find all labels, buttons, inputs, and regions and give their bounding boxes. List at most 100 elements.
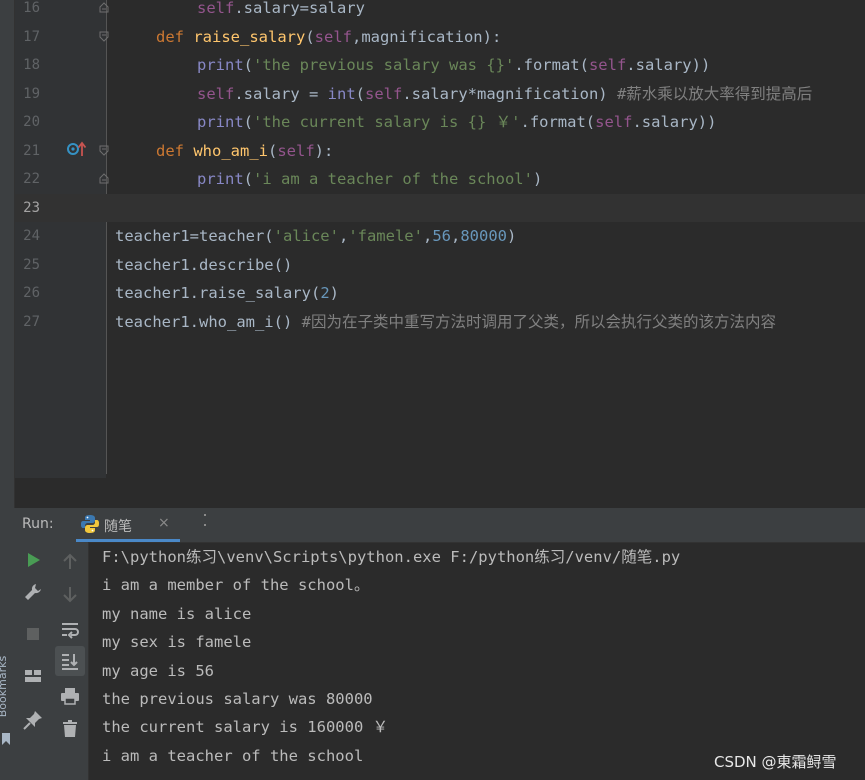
code-line[interactable]: 19 self.salary = int(self.salary*magnific… — [0, 80, 865, 109]
code-token: 56 — [432, 227, 451, 245]
code-token: teacher1.who_am_i() — [115, 312, 302, 331]
code-text[interactable]: teacher1.raise_salary(2) — [115, 279, 339, 308]
code-token: ( — [243, 170, 254, 188]
code-token: 80000 — [460, 227, 507, 245]
line-number: 17 — [23, 28, 40, 45]
code-line[interactable]: 25 teacher1.describe() — [0, 251, 865, 280]
code-token: #薪水乘以放大率得到提高后 — [616, 84, 813, 103]
bookmarks-strip[interactable]: Bookmarks — [0, 0, 15, 780]
pin-icon[interactable] — [21, 708, 45, 732]
code-token: , — [338, 227, 349, 245]
separator-dot — [204, 514, 206, 516]
separator-dot — [204, 524, 206, 526]
code-token: self — [588, 56, 627, 74]
code-line[interactable]: 26 teacher1.raise_salary(2) — [0, 279, 865, 308]
code-token: ): — [314, 141, 334, 160]
code-line[interactable]: 24 teacher1=teacher('alice','famele',56,8… — [0, 222, 865, 251]
code-token: ( — [267, 141, 278, 160]
code-token: ) — [532, 170, 543, 188]
line-number: 21 — [23, 142, 40, 159]
console-command-line: F:\python练习\venv\Scripts\python.exe F:/p… — [102, 548, 681, 566]
fold-marker-icon[interactable] — [99, 145, 109, 156]
code-text[interactable]: def raise_salary(self,magnification): — [156, 23, 501, 52]
code-line[interactable]: 18 print('the previous salary was {}'.for… — [0, 51, 865, 80]
run-tab[interactable]: 随笔 × — [76, 508, 180, 542]
code-line[interactable]: 27 teacher1.who_am_i() #因为在子类中重写方法时调用了父类，… — [0, 308, 865, 337]
console-output-line: the previous salary was 80000 — [102, 690, 373, 708]
code-token: 2 — [320, 284, 330, 302]
print-icon[interactable] — [58, 684, 82, 708]
code-line[interactable]: 20 print('the current salary is {} ￥'.for… — [0, 108, 865, 137]
code-token: def — [156, 27, 194, 46]
code-line[interactable]: 17 def raise_salary(self,magnification): — [0, 23, 865, 52]
code-token: .salary)) — [626, 56, 711, 74]
code-text[interactable]: teacher1=teacher('alice','famele',56,800… — [115, 222, 516, 251]
soft-wrap-icon[interactable] — [58, 618, 82, 642]
bookmark-icon[interactable] — [1, 732, 11, 746]
code-token: def — [156, 141, 194, 160]
code-token: #因为在子类中重写方法时调用了父类，所以会执行父类的该方法内容 — [301, 312, 776, 331]
line-number: 24 — [23, 228, 40, 244]
stop-icon[interactable] — [21, 622, 45, 646]
code-token: teacher1.describe() — [115, 255, 293, 274]
code-text[interactable]: teacher1.who_am_i() #因为在子类中重写方法时调用了父类，所以… — [115, 308, 776, 337]
code-token: .salary*magnification) — [402, 84, 617, 103]
code-token: self — [197, 0, 235, 17]
code-token: print — [197, 113, 244, 131]
fold-marker-icon[interactable] — [99, 2, 109, 13]
code-token: self — [595, 113, 633, 131]
code-token: ,magnification): — [351, 27, 502, 46]
console-output-line: the current salary is 160000 ￥ — [102, 718, 389, 737]
code-token: ( — [355, 84, 365, 103]
line-number: 27 — [23, 313, 40, 330]
code-text[interactable]: self.salary = int(self.salary*magnificat… — [197, 80, 812, 109]
code-text[interactable]: teacher1.describe() — [115, 251, 292, 280]
line-number: 18 — [23, 57, 40, 73]
arrow-up-icon[interactable] — [58, 550, 82, 574]
code-token: print — [197, 170, 244, 188]
trash-icon[interactable] — [58, 716, 82, 740]
line-number: 23 — [23, 199, 40, 216]
code-token: ( — [243, 113, 254, 131]
line-number: 20 — [23, 114, 40, 130]
close-tab-icon[interactable]: × — [158, 515, 170, 531]
code-line[interactable]: 16 self.salary=salary — [0, 0, 865, 23]
python-icon — [81, 515, 99, 533]
code-token: , — [422, 227, 433, 245]
code-token: 'the previous salary was {}' — [253, 56, 515, 74]
code-token: ) — [329, 284, 339, 302]
scroll-to-end-button[interactable] — [55, 646, 85, 676]
code-text[interactable]: print('i am a teacher of the school') — [197, 165, 542, 194]
code-token: 'the current salary is {} ￥' — [253, 113, 521, 131]
fold-marker-icon[interactable] — [99, 173, 109, 184]
code-text[interactable]: print('the current salary is {} ￥'.forma… — [197, 108, 716, 137]
line-number: 16 — [23, 0, 40, 16]
console-output-line: my name is alice — [102, 604, 252, 623]
console-output-line: i am a teacher of the school — [102, 746, 364, 765]
code-token: , — [450, 227, 461, 245]
override-method-icon[interactable] — [66, 140, 88, 158]
arrow-down-icon[interactable] — [58, 582, 82, 606]
bookmarks-label[interactable]: Bookmarks — [0, 656, 9, 717]
line-number: 19 — [23, 85, 40, 102]
code-line[interactable]: 21 def who_am_i(self): — [0, 137, 865, 166]
line-number: 22 — [23, 171, 40, 187]
wrench-icon[interactable] — [21, 580, 45, 604]
run-tab-label[interactable]: 随笔 — [104, 516, 132, 536]
watermark: CSDN @東霜鲟雪 — [714, 753, 837, 771]
code-text[interactable]: self.salary=salary — [197, 0, 365, 23]
rerun-icon[interactable] — [21, 548, 45, 572]
code-line[interactable]: 22 print('i am a teacher of the school') — [0, 165, 865, 194]
code-text[interactable]: def who_am_i(self): — [156, 137, 333, 166]
code-token: int — [327, 84, 356, 103]
code-editor[interactable]: 16 self.salary=salary 17 def raise_salary(s… — [0, 0, 865, 478]
code-text[interactable]: print('the previous salary was {}'.forma… — [197, 51, 710, 80]
code-token: print — [197, 56, 244, 74]
code-line[interactable]: 23 — [0, 193, 865, 222]
line-number: 26 — [23, 285, 40, 301]
scroll-to-end-icon — [62, 654, 78, 670]
run-toolbar-secondary — [52, 542, 89, 780]
fold-marker-icon[interactable] — [99, 31, 109, 42]
layout-icon[interactable] — [21, 664, 45, 688]
console-output[interactable]: F:\python练习\venv\Scripts\python.exe F:/p… — [102, 542, 862, 780]
